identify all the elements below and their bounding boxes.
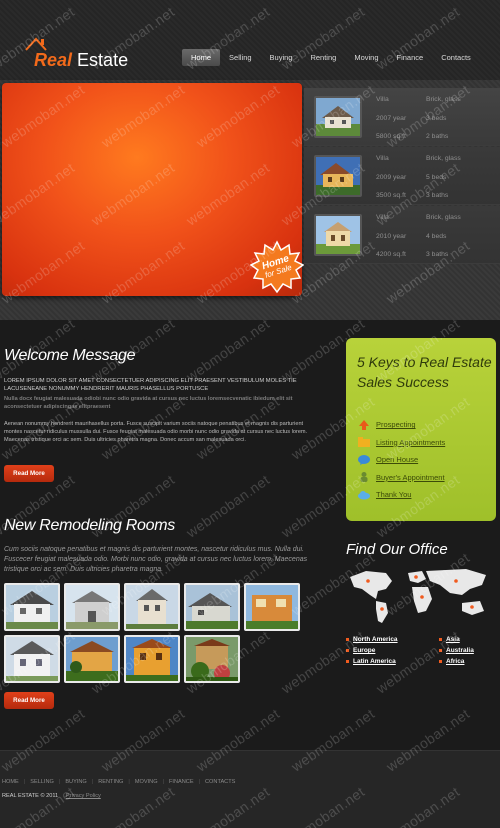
region-link[interactable]: Latin America — [346, 658, 439, 665]
footer-link-buying[interactable]: BUYING — [65, 779, 86, 785]
person-icon — [360, 472, 368, 483]
five-keys-panel: 5 Keys to Real Estate Sales Success Pros… — [346, 338, 496, 521]
region-link[interactable]: Africa — [439, 658, 496, 665]
listing-type: Villa — [376, 96, 389, 103]
five-keys-title: 5 Keys to Real Estate Sales Success — [357, 354, 492, 390]
five-keys-list: Prospecting Listing Appointments Open Ho… — [358, 416, 445, 504]
region-link[interactable]: North America — [346, 636, 439, 643]
remodeling-title: New Remodeling Rooms — [4, 517, 175, 534]
listing-item[interactable]: Villa 2007 year 5800 sq.ft Brick, glass … — [304, 88, 500, 146]
footer-link-selling[interactable]: SELLING — [30, 779, 54, 785]
listing-area: 4200 sq.ft — [376, 251, 406, 258]
home-for-sale-badge: Home for Sale — [249, 240, 305, 294]
key-item-prospecting[interactable]: Prospecting — [358, 416, 445, 434]
key-item-thank-you[interactable]: Thank You — [358, 486, 445, 504]
folder-icon — [358, 437, 370, 448]
nav-selling[interactable]: Selling — [220, 49, 261, 66]
key-label: Buyer's Appointment — [376, 472, 445, 482]
key-label: Prospecting — [376, 420, 416, 430]
gallery-thumb[interactable] — [124, 583, 180, 631]
nav-moving[interactable]: Moving — [345, 49, 387, 66]
listing-baths: 3 baths — [426, 251, 449, 258]
nav-buying[interactable]: Buying — [261, 49, 302, 66]
region-link[interactable]: Asia — [439, 636, 496, 643]
gallery-thumb[interactable] — [184, 583, 240, 631]
gallery-thumb[interactable] — [64, 635, 120, 683]
welcome-subcaps-text: Nulla docx feugiat malesuada odiobi nunc… — [4, 396, 293, 410]
nav-renting[interactable]: Renting — [301, 49, 345, 66]
listings-panel: Villa 2007 year 5800 sq.ft Brick, glass … — [304, 88, 500, 293]
world-map[interactable] — [346, 565, 496, 625]
listing-beds: 3 beds — [426, 114, 447, 122]
nav-contacts[interactable]: Contacts — [432, 49, 480, 66]
footer-link-home[interactable]: HOME — [2, 779, 19, 785]
footer-nav: HOME | SELLING | BUYING | RENTING | MOVING | … — [2, 779, 236, 785]
gallery-thumb[interactable] — [184, 635, 240, 683]
logo-text: Real Estate — [34, 50, 128, 71]
key-label: Listing Appointments — [376, 437, 446, 447]
remodeling-read-more-button[interactable]: Read More — [4, 692, 54, 709]
listing-beds: 5 beds — [426, 173, 447, 181]
speech-bubble-icon — [358, 454, 370, 465]
logo-word-estate: Estate — [77, 50, 129, 70]
key-label: Thank You — [376, 490, 412, 500]
logo-word-real: Real — [34, 50, 73, 70]
arrow-up-icon — [359, 419, 369, 430]
listing-beds: 4 beds — [426, 232, 447, 240]
nav-home[interactable]: Home — [182, 49, 221, 66]
key-label: Open House — [376, 455, 419, 465]
footer-link-finance[interactable]: FINANCE — [169, 779, 194, 785]
region-link[interactable]: Europe — [346, 647, 439, 654]
gallery-thumb[interactable] — [124, 635, 180, 683]
listing-baths: 2 baths — [426, 133, 449, 140]
region-link[interactable]: Australia — [439, 647, 496, 654]
welcome-caps-text: LOREM IPSUM DOLOR SIT AMET CONSECTETUER … — [4, 378, 297, 392]
privacy-policy-link[interactable]: Privacy Policy — [66, 793, 101, 799]
footer: HOME | SELLING | BUYING | RENTING | MOVING | … — [0, 750, 500, 828]
nav-finance[interactable]: Finance — [388, 49, 433, 66]
remodeling-gallery — [4, 583, 304, 683]
cloud-icon — [358, 490, 370, 500]
listing-material: Brick, glass — [426, 96, 461, 103]
listing-type: Villa — [376, 214, 389, 221]
copyright-text: REAL ESTATE © 2011 — [2, 793, 59, 799]
listing-year: 2007 year — [376, 114, 407, 122]
listing-year: 2009 year — [376, 173, 407, 181]
listing-thumb — [314, 155, 362, 197]
remodeling-body-text: Cum sociis natoque penatibus et magnis d… — [4, 546, 308, 573]
office-regions: North America Asia Europe Australia Lati… — [346, 636, 496, 665]
gallery-thumb[interactable] — [64, 583, 120, 631]
header: Real Estate Home Selling Buying Renting … — [0, 0, 500, 80]
listing-year: 2010 year — [376, 232, 407, 240]
listing-area: 5800 sq.ft — [376, 133, 406, 140]
listing-area: 3500 sq.ft — [376, 192, 406, 199]
main-nav: Home Selling Buying Renting Moving Finan… — [182, 49, 480, 66]
listing-thumb — [314, 214, 362, 256]
listing-thumb — [314, 96, 362, 138]
listing-material: Brick, glass — [426, 155, 461, 162]
welcome-body-text: Aenean nonummy hendrerit maurihasellus p… — [4, 421, 308, 443]
listing-item[interactable]: Villa 2010 year 4200 sq.ft Brick, glass … — [304, 206, 500, 264]
gallery-thumb[interactable] — [244, 583, 300, 631]
key-item-listing[interactable]: Listing Appointments — [358, 434, 445, 452]
world-map-icon — [350, 569, 486, 623]
footer-link-renting[interactable]: RENTING — [98, 779, 123, 785]
welcome-title: Welcome Message — [4, 347, 136, 364]
listing-item[interactable]: Villa 2009 year 3500 sq.ft Brick, glass … — [304, 147, 500, 205]
footer-link-contacts[interactable]: CONTACTS — [205, 779, 235, 785]
welcome-read-more-button[interactable]: Read More — [4, 465, 54, 482]
gallery-thumb[interactable] — [4, 583, 60, 631]
listing-material: Brick, glass — [426, 214, 461, 221]
gallery-thumb[interactable] — [4, 635, 60, 683]
listing-type: Villa — [376, 155, 389, 162]
key-item-buyers[interactable]: Buyer's Appointment — [358, 469, 445, 487]
find-office-title: Find Our Office — [346, 541, 448, 558]
footer-link-moving[interactable]: MOVING — [135, 779, 158, 785]
listing-baths: 3 baths — [426, 192, 449, 199]
key-item-open-house[interactable]: Open House — [358, 451, 445, 469]
